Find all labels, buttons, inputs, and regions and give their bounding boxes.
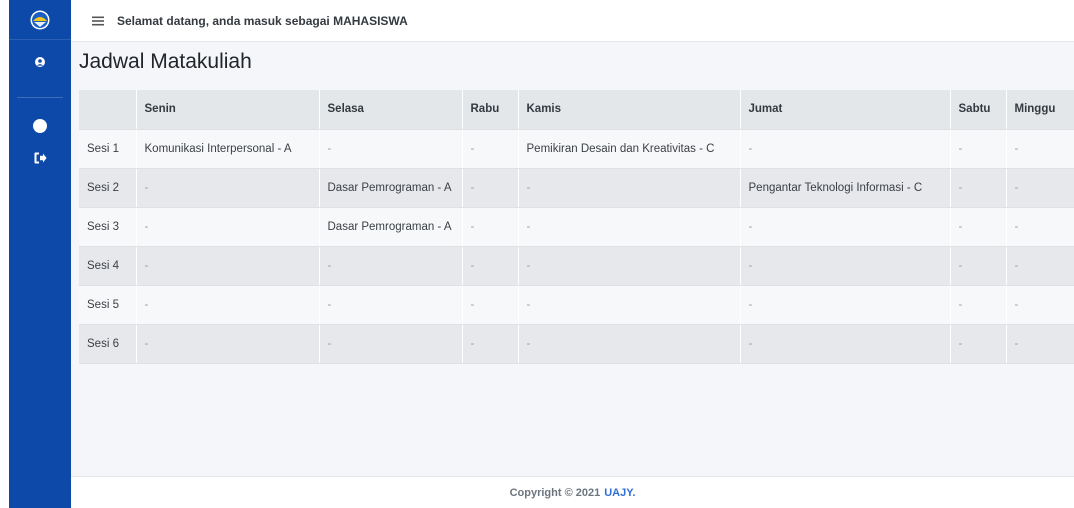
topbar: Selamat datang, anda masuk sebagai MAHAS… — [71, 0, 1074, 42]
session-label: Sesi 6 — [79, 324, 137, 364]
table-cell: - — [1006, 207, 1074, 247]
sidebar-item-logout[interactable] — [9, 146, 71, 170]
main-content: Selamat datang, anda masuk sebagai MAHAS… — [71, 0, 1074, 508]
session-label: Sesi 4 — [79, 246, 137, 286]
table-cell: - — [462, 324, 519, 364]
table-cell: - — [136, 324, 320, 364]
table-cell: - — [950, 129, 1007, 169]
brand-link[interactable]: UAJY. — [604, 487, 635, 499]
column-header: Jumat — [740, 90, 951, 130]
table-cell: - — [740, 285, 951, 325]
logout-icon — [34, 152, 47, 164]
table-cell: - — [319, 246, 463, 286]
table-cell: - — [136, 207, 320, 247]
table-cell: - — [518, 168, 741, 208]
table-cell: Dasar Pemrograman - A — [319, 168, 463, 208]
table-cell: - — [950, 207, 1007, 247]
table-row: Sesi 6 - - - - - - - — [79, 324, 1074, 364]
table-cell: - — [136, 285, 320, 325]
hamburger-menu-icon[interactable] — [91, 14, 105, 28]
table-cell: - — [1006, 285, 1074, 325]
table-cell: - — [1006, 246, 1074, 286]
sidebar-item-dashboard[interactable] — [9, 114, 71, 138]
table-cell: - — [136, 246, 320, 286]
table-cell: - — [462, 207, 519, 247]
table-cell: - — [518, 207, 741, 247]
table-header-row: Senin Selasa Rabu Kamis Jumat Sabtu Ming… — [79, 90, 1074, 130]
column-header: Selasa — [319, 90, 463, 130]
table-cell: - — [740, 129, 951, 169]
footer: Copyright © 2021 UAJY. — [71, 476, 1074, 508]
column-header: Senin — [136, 90, 320, 130]
column-header: Rabu — [462, 90, 519, 130]
table-cell: - — [950, 168, 1007, 208]
session-label: Sesi 2 — [79, 168, 137, 208]
table-cell: - — [319, 285, 463, 325]
session-label: Sesi 3 — [79, 207, 137, 247]
table-cell: - — [740, 324, 951, 364]
table-cell: - — [462, 246, 519, 286]
table-cell: - — [950, 246, 1007, 286]
table-cell: - — [319, 324, 463, 364]
table-cell: - — [1006, 324, 1074, 364]
session-label: Sesi 1 — [79, 129, 137, 169]
column-header: Sabtu — [950, 90, 1007, 130]
table-cell: - — [1006, 168, 1074, 208]
table-cell: - — [518, 246, 741, 286]
table-row: Sesi 5 - - - - - - - — [79, 285, 1074, 325]
table-cell: - — [462, 168, 519, 208]
table-cell: - — [518, 285, 741, 325]
welcome-text: Selamat datang, anda masuk sebagai MAHAS… — [117, 13, 408, 28]
table-cell: - — [462, 129, 519, 169]
column-header: Minggu — [1006, 90, 1074, 130]
table-cell: - — [136, 168, 320, 208]
table-cell: - — [462, 285, 519, 325]
sidebar-user[interactable] — [9, 52, 71, 72]
table-row: Sesi 4 - - - - - - - — [79, 246, 1074, 286]
university-logo[interactable] — [9, 0, 71, 40]
circle-icon — [33, 119, 47, 133]
column-header — [79, 90, 137, 130]
table-cell: Pemikiran Desain dan Kreativitas - C — [518, 129, 741, 169]
table-cell: - — [740, 207, 951, 247]
copyright-text: Copyright © 2021 — [509, 486, 601, 499]
sidebar — [9, 0, 71, 508]
table-cell: Pengantar Teknologi Informasi - C — [740, 168, 951, 208]
table-row: Sesi 3 - Dasar Pemrograman - A - - - - - — [79, 207, 1074, 247]
table-cell: - — [950, 285, 1007, 325]
sidebar-divider — [17, 97, 63, 98]
logo-emblem-icon — [30, 10, 50, 29]
page-title: Jadwal Matakuliah — [79, 50, 252, 73]
user-icon — [35, 57, 45, 67]
table-cell: Dasar Pemrograman - A — [319, 207, 463, 247]
table-cell: - — [518, 324, 741, 364]
table-row: Sesi 2 - Dasar Pemrograman - A - - Penga… — [79, 168, 1074, 208]
table-cell: Komunikasi Interpersonal - A — [136, 129, 320, 169]
schedule-table: Senin Selasa Rabu Kamis Jumat Sabtu Ming… — [79, 90, 1074, 364]
table-cell: - — [740, 246, 951, 286]
table-cell: - — [319, 129, 463, 169]
session-label: Sesi 5 — [79, 285, 137, 325]
table-cell: - — [950, 324, 1007, 364]
table-cell: - — [1006, 129, 1074, 169]
table-row: Sesi 1 Komunikasi Interpersonal - A - - … — [79, 129, 1074, 169]
column-header: Kamis — [518, 90, 741, 130]
